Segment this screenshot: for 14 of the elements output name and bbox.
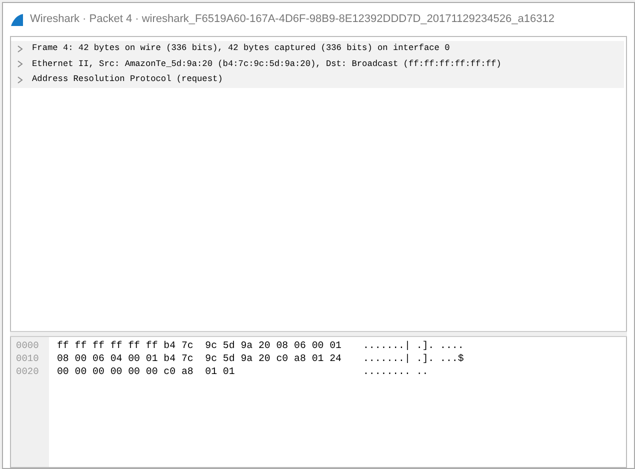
fin-icon <box>10 12 24 26</box>
ascii-bytes: .......| .]. ...$ <box>363 352 464 365</box>
tree-item[interactable]: Address Resolution Protocol (request) <box>11 72 624 88</box>
byte-offset: 0020 <box>15 365 40 378</box>
hex-bytes: 00 00 00 00 00 00 c0 a8 01 01 <box>57 365 236 378</box>
tree-item[interactable]: Frame 4: 42 bytes on wire (336 bits), 42 bytes captured (336 bits) on interface 0 <box>11 41 624 56</box>
window-title: Wireshark · Packet 4 · wireshark_F6519A60-167A-4D6F-98B9-8E12392DDD7D_20171129234526_a16312 <box>30 12 554 28</box>
ascii-bytes: .......| .]. .... <box>363 339 464 352</box>
tree-item[interactable]: Ethernet II, Src: AmazonTe_5d:9a:20 (b4:7c:9c:5d:9a:20), Dst: Broadcast (ff:ff:ff:ff:ff:ff) <box>11 56 624 72</box>
byte-offset: 0000 <box>15 339 40 352</box>
hex-bytes: ff ff ff ff ff ff b4 7c 9c 5d 9a 20 08 06 00 01 <box>57 339 342 352</box>
ascii-bytes: ........ .. <box>363 365 428 378</box>
hex-bytes: 08 00 06 04 00 01 b4 7c 9c 5d 9a 20 c0 a8 01 24 <box>57 352 342 365</box>
byte-offset: 0010 <box>15 352 40 365</box>
